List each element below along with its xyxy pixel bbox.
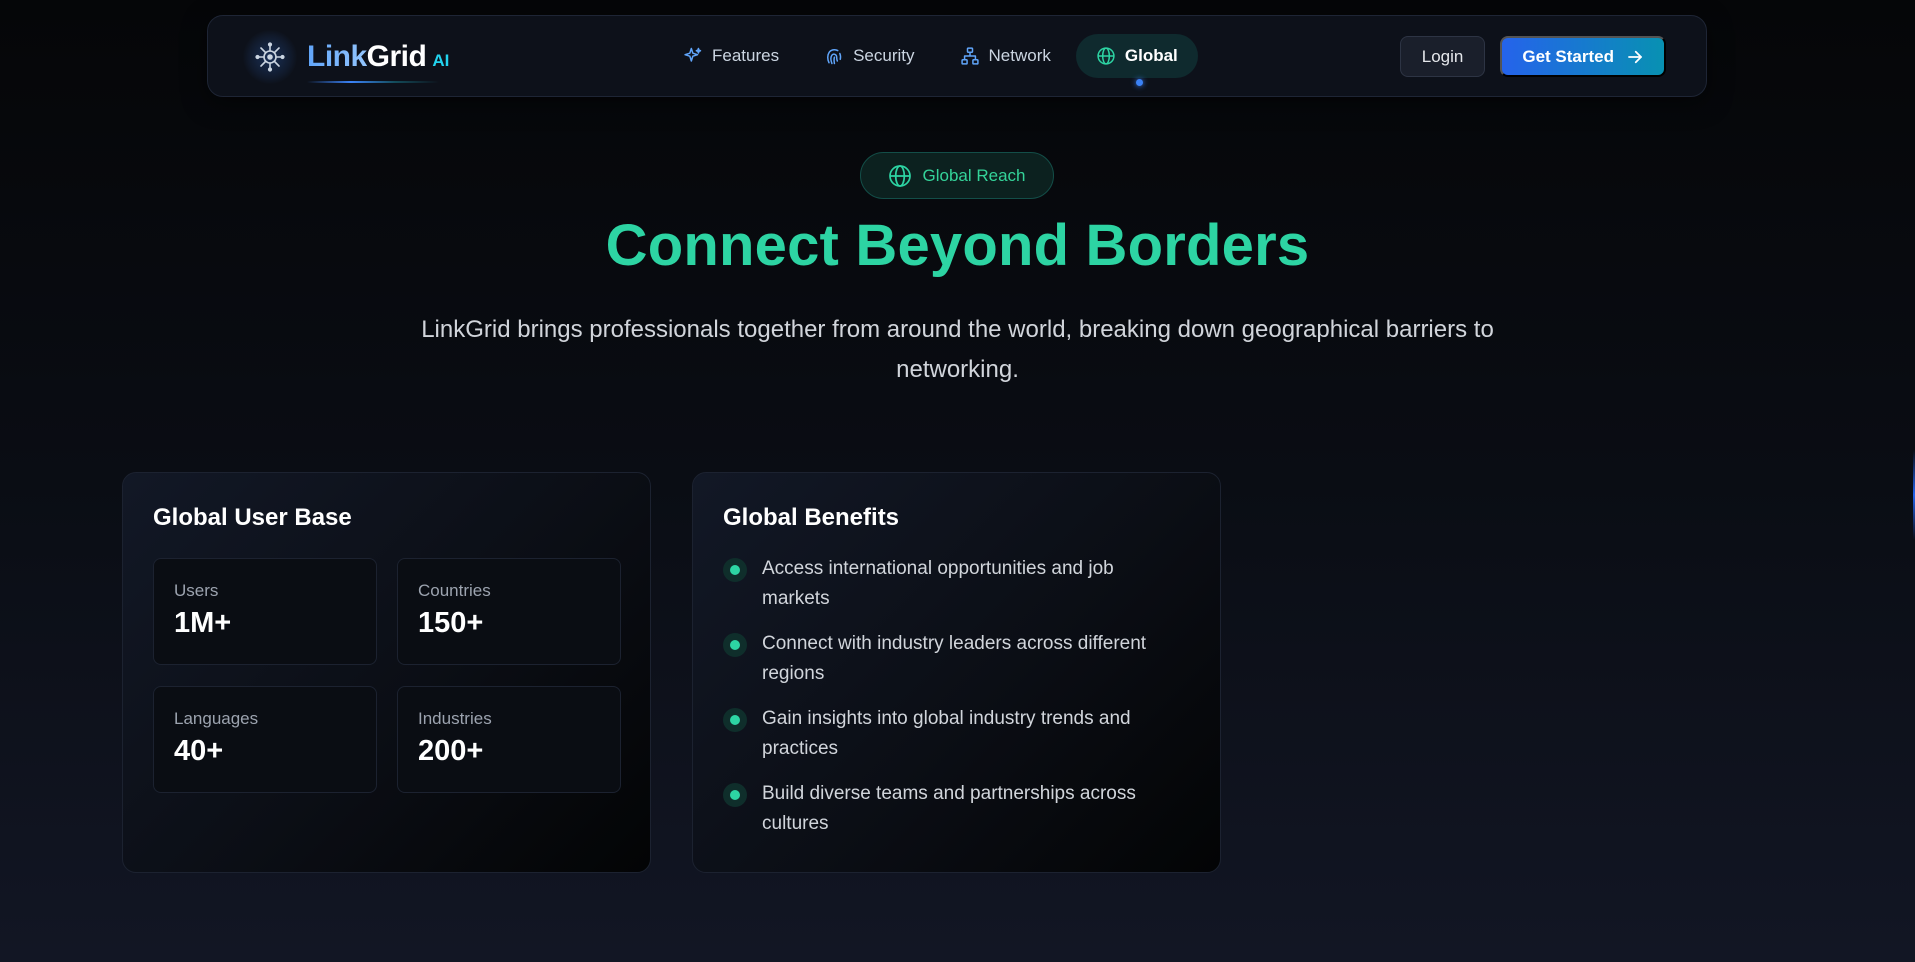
nav-item-features[interactable]: Features — [663, 34, 799, 78]
global-user-base-card: Global User Base Users 1M+ Countries 150… — [122, 472, 651, 873]
bullet-dot-icon — [723, 783, 747, 807]
brand-name-part2: Grid — [366, 40, 427, 73]
get-started-label: Get Started — [1522, 46, 1614, 66]
stat-countries: Countries 150+ — [397, 558, 621, 665]
top-navbar: Link Grid AI Features Security Network G… — [207, 15, 1707, 97]
bullet-dot-icon — [723, 708, 747, 732]
benefit-text: Gain insights into global industry trend… — [762, 708, 1131, 759]
page: Link Grid AI Features Security Network G… — [0, 0, 1915, 962]
brand-underline — [307, 81, 440, 83]
list-item: Gain insights into global industry trend… — [723, 704, 1190, 764]
sparkles-icon — [684, 47, 702, 62]
brand-name-part1: Link — [307, 40, 367, 73]
hero-subtitle: LinkGrid brings professionals together f… — [421, 316, 1494, 383]
globe-icon — [1097, 47, 1115, 65]
badge-label: Global Reach — [922, 165, 1026, 185]
stat-value: 40+ — [174, 735, 224, 767]
brand-logo[interactable]: Link Grid AI — [243, 30, 449, 84]
brand-suffix: AI — [432, 51, 450, 70]
nav-actions: Login Get Started — [1399, 36, 1666, 77]
bullet-dot-icon — [723, 558, 747, 582]
benefits-list: Access international opportunities and j… — [723, 554, 1190, 839]
stat-value: 200+ — [418, 735, 484, 767]
stats-grid: Users 1M+ Countries 150+ Languages 40+ I… — [153, 558, 621, 793]
stat-label: Countries — [418, 581, 491, 600]
get-started-button[interactable]: Get Started — [1500, 36, 1666, 77]
card-title-benefits: Global Benefits — [723, 504, 900, 531]
nav-links: Features Security Network Global — [663, 34, 1203, 86]
global-benefits-card: Global Benefits Access international opp… — [692, 472, 1221, 873]
fingerprint-icon — [827, 48, 842, 65]
card-title-user-base: Global User Base — [153, 504, 352, 531]
list-item: Access international opportunities and j… — [723, 554, 1190, 614]
active-indicator-dot — [1135, 79, 1143, 86]
list-item: Connect with industry leaders across dif… — [723, 629, 1190, 689]
stat-users: Users 1M+ — [153, 558, 377, 665]
nav-label-features: Features — [712, 46, 780, 65]
stat-industries: Industries 200+ — [397, 686, 621, 793]
login-button[interactable]: Login — [1399, 36, 1486, 77]
list-item: Build diverse teams and partnerships acr… — [723, 779, 1190, 839]
hero-title: Connect Beyond Borders — [605, 213, 1310, 278]
globe-icon — [889, 164, 912, 187]
brain-chip-icon — [243, 30, 297, 84]
nav-item-global[interactable]: Global — [1075, 34, 1198, 86]
stat-label: Industries — [418, 709, 492, 728]
nav-label-global: Global — [1124, 46, 1178, 65]
nav-item-network[interactable]: Network — [940, 34, 1071, 78]
nav-label-security: Security — [853, 46, 915, 65]
brand-name: Link Grid AI — [307, 40, 450, 83]
benefit-text: Build diverse teams and partnerships acr… — [762, 783, 1136, 834]
benefit-text: Access international opportunities and j… — [762, 558, 1114, 609]
stat-value: 1M+ — [174, 607, 232, 639]
nav-label-network: Network — [988, 46, 1051, 65]
nav-item-security[interactable]: Security — [804, 34, 934, 78]
stat-value: 150+ — [418, 607, 484, 639]
network-icon — [960, 47, 979, 65]
stat-languages: Languages 40+ — [153, 686, 377, 793]
stat-label: Languages — [174, 709, 259, 728]
bullet-dot-icon — [723, 633, 747, 657]
stat-label: Users — [174, 581, 219, 600]
arrow-right-icon — [1628, 50, 1642, 63]
global-reach-badge: Global Reach — [860, 152, 1054, 199]
benefit-text: Connect with industry leaders across dif… — [762, 633, 1147, 684]
